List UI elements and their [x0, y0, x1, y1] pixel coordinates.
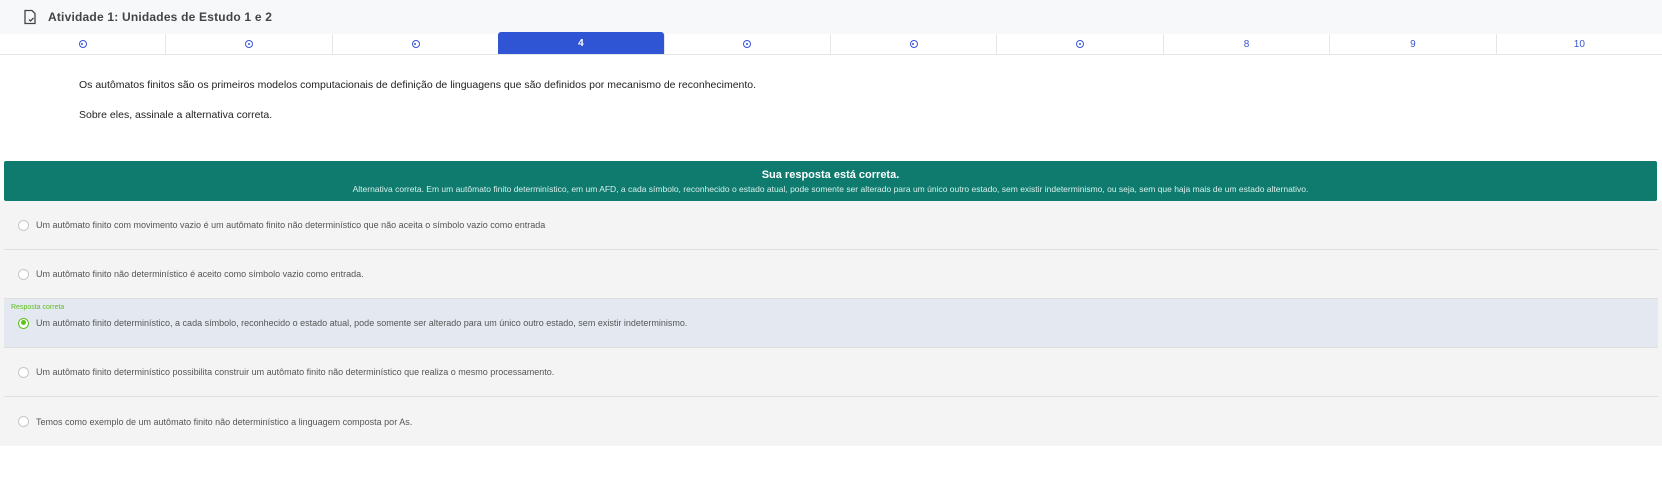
question-nav-label: 10 — [1573, 38, 1585, 50]
answered-dot-icon — [743, 40, 752, 48]
question-nav-2[interactable] — [165, 34, 331, 54]
question-nav-label: 9 — [1410, 38, 1416, 50]
document-check-icon — [22, 9, 38, 25]
activity-title: Atividade 1: Unidades de Estudo 1 e 2 — [48, 10, 273, 24]
feedback-banner: Sua resposta está correta. Alternativa c… — [4, 161, 1657, 201]
question-statement: Os autômatos finitos são os primeiros mo… — [79, 79, 757, 91]
question-nav-9[interactable]: 9 — [1329, 34, 1495, 54]
option-text: Temos como exemplo de um autômato finito… — [36, 416, 413, 427]
question-prompt: Sobre eles, assinale a alternativa corre… — [79, 109, 273, 121]
activity-header: Atividade 1: Unidades de Estudo 1 e 2 — [0, 0, 1662, 34]
answered-dot-icon — [78, 40, 87, 48]
radio-icon[interactable] — [18, 219, 29, 231]
answered-dot-icon — [245, 40, 254, 48]
question-body: Os autômatos finitos são os primeiros mo… — [0, 55, 1662, 121]
option-text: Um autômato finito determinístico, a cad… — [36, 318, 688, 328]
question-nav-3[interactable] — [331, 34, 498, 54]
answer-option-b[interactable]: Um autômato finito não determinístico é … — [4, 250, 1658, 299]
radio-checked-icon[interactable] — [18, 317, 29, 329]
question-nav-10[interactable]: 10 — [1495, 34, 1662, 54]
radio-icon[interactable] — [18, 416, 29, 427]
answer-option-a[interactable]: Um autômato finito com movimento vazio é… — [4, 201, 1658, 250]
question-nav-7[interactable] — [996, 34, 1162, 54]
option-text: Um autômato finito determinístico possib… — [36, 367, 555, 377]
answer-option-e[interactable]: Temos como exemplo de um autômato finito… — [4, 397, 1658, 446]
answer-option-c[interactable]: Resposta correta Um autômato finito dete… — [4, 299, 1658, 348]
radio-icon[interactable] — [18, 366, 29, 378]
feedback-text: Alternativa correta. Em um autômato fini… — [352, 184, 1309, 194]
answer-option-d[interactable]: Um autômato finito determinístico possib… — [4, 348, 1658, 397]
answered-dot-icon — [411, 40, 420, 48]
question-nav-6[interactable] — [830, 34, 996, 54]
answer-options: Um autômato finito com movimento vazio é… — [0, 201, 1662, 446]
correct-answer-tag: Resposta correta — [11, 304, 65, 311]
question-nav-label: 8 — [1243, 38, 1250, 50]
question-nav-5[interactable] — [663, 34, 830, 54]
question-nav-8[interactable]: 8 — [1162, 34, 1329, 54]
question-nav-1[interactable] — [0, 34, 165, 54]
question-nav-label: 4 — [578, 37, 584, 49]
option-text: Um autômato finito não determinístico é … — [36, 269, 364, 279]
answered-dot-icon — [1076, 40, 1085, 48]
option-text: Um autômato finito com movimento vazio é… — [36, 220, 546, 230]
feedback-title: Sua resposta está correta. — [761, 169, 900, 181]
radio-icon[interactable] — [18, 268, 29, 280]
question-nav-4[interactable]: 4 — [498, 32, 664, 54]
answered-dot-icon — [909, 40, 918, 48]
question-navigator: 4 8 9 10 — [0, 32, 1662, 55]
